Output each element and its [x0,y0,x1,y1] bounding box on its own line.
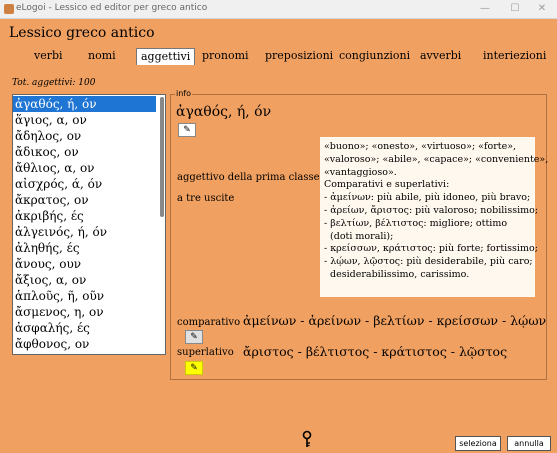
lemma-heading: ἀγαθός, ή, όν [176,104,272,120]
meaning-line: «vantaggioso». [324,166,397,178]
category-label: aggettivo della prima classe [177,172,320,183]
list-item[interactable]: ἀσφαλής, ές [13,320,156,336]
meaning-line: - κρείσσων, κράτιστος: più forte; fortis… [324,243,538,255]
meaning-line: desiderabilissimo, carissimo. [324,268,470,280]
window-titlebar: eLogoi - Lessico ed editor per greco ant… [0,0,557,19]
info-frame-label: info [175,89,193,98]
superlativo-label: superlativo [177,347,234,358]
tab-aggettivi[interactable]: aggettivi [136,48,196,65]
edit-icon: ✎ [190,363,198,373]
annulla-button[interactable]: annulla [507,436,551,451]
edit-icon: ✎ [183,125,191,135]
list-item[interactable]: ἅγιος, α, ον [13,112,156,128]
window-title: eLogoi - Lessico ed editor per greco ant… [16,3,208,13]
meaning-line: (doti morali); [324,230,394,242]
list-item[interactable]: ἀκριβής, ές [13,208,156,224]
list-item[interactable]: ἁπλοῦς, ῆ, οῦν [13,288,156,304]
total-count: Tot. aggettivi: 100 [12,78,96,88]
superlativo-forms: ἄριστος - βέλτιστος - κράτιστος - λῷστος [243,344,508,359]
tab-verbi[interactable]: verbi [30,48,67,64]
tab-preposizioni[interactable]: preposizioni [261,48,337,64]
tab-interiezioni[interactable]: interiezioni [479,48,550,64]
tab-avverbi[interactable]: avverbi [416,48,465,64]
tab-congiunzioni[interactable]: congiunzioni [335,48,414,64]
list-item[interactable]: ἄδηλος, ον [13,128,156,144]
list-item[interactable]: ἄνους, ουν [13,256,156,272]
page-title: Lessico greco antico [9,25,155,41]
list-item[interactable]: ἄφθονος, ον [13,336,156,352]
seleziona-button[interactable]: seleziona [455,436,501,451]
edit-icon: ✎ [190,332,198,342]
meaning-line: Comparativi e superlativi: [324,179,450,191]
list-item[interactable]: ἀγαθός, ή, όν [13,96,156,112]
list-item[interactable]: ἄδικος, ον [13,144,156,160]
tab-pronomi[interactable]: pronomi [198,48,253,64]
comparativo-forms: ἀμείνων - ἀρείνων - βελτίων - κρείσσων -… [243,313,547,328]
adjective-list[interactable]: ἀγαθός, ή, όν ἅγιος, α, ον ἄδηλος, ον ἄδ… [12,94,166,355]
list-item[interactable]: ἄκρατος, ον [13,192,156,208]
list-item[interactable]: ἀλγεινός, ή, όν [13,224,156,240]
list-scrollbar[interactable] [160,97,164,217]
app-icon [4,4,14,14]
comparativo-label: comparativo [177,317,241,328]
list-item[interactable]: ἄθλιος, α, ον [13,160,156,176]
meaning-line: «valoroso»; «abile», «capace»; «convenie… [324,153,549,165]
meaning-box: «buono»; «onesto», «virtuoso»; «forte», … [320,137,549,297]
edit-superlativo-button[interactable]: ✎ [185,361,203,375]
list-item[interactable]: ἄξιος, α, ον [13,272,156,288]
meaning-line: - ἀρείων, ἄριστος: più valoroso; nobilis… [324,204,539,216]
key-icon[interactable] [300,430,314,448]
edit-lemma-button[interactable]: ✎ [178,123,196,137]
maximize-button[interactable]: ☐ [500,1,530,17]
meaning-line: «buono»; «onesto», «virtuoso»; «forte», [324,141,517,152]
subcategory-label: a tre uscite [177,193,235,204]
minimize-button[interactable]: — [470,1,500,17]
meaning-line: - βελτίων, βέλτιστος: migliore; ottimo [324,217,508,229]
tab-nomi[interactable]: nomi [84,48,120,64]
meaning-line: - λῴων, λῷστος: più desiderabile, più ca… [324,256,533,268]
list-item[interactable]: ἄσμενος, η, ον [13,304,156,320]
list-item[interactable]: ἀληθής, ές [13,240,156,256]
list-item[interactable]: αἰσχρός, ά, όν [13,176,156,192]
edit-comparativo-button[interactable]: ✎ [185,330,203,344]
close-button[interactable]: ✕ [527,1,557,17]
meaning-line: - ἀμείνων: più abile, più idoneo, più br… [324,192,531,204]
